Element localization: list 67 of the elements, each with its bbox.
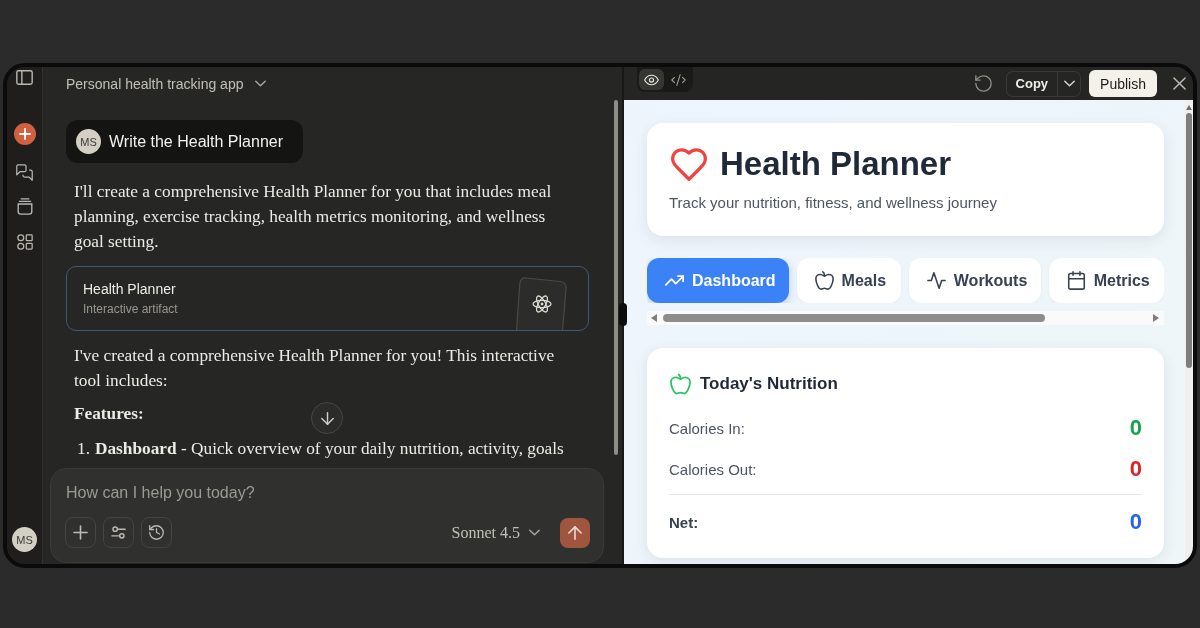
close-icon[interactable] bbox=[1173, 77, 1186, 90]
nutrition-label: Net: bbox=[669, 513, 699, 531]
plus-icon bbox=[73, 525, 88, 540]
user-avatar[interactable]: MS bbox=[12, 527, 37, 552]
list-item-text: Dashboard - Quick overview of your daily nutrition, activity, goals bbox=[94, 438, 564, 460]
apple-icon bbox=[814, 271, 834, 290]
list-number: 1. bbox=[77, 438, 90, 460]
scroll-down-button[interactable] bbox=[311, 402, 343, 434]
pulse-icon bbox=[926, 271, 946, 290]
resize-handle[interactable] bbox=[619, 303, 627, 326]
nutrition-label: Calories In: bbox=[669, 419, 745, 437]
scrollbar-thumb[interactable] bbox=[1186, 113, 1192, 368]
scroll-right-arrow-icon[interactable] bbox=[1153, 314, 1159, 322]
chat-title-button[interactable]: Personal health tracking app bbox=[66, 75, 267, 92]
calorie-value: 0 bbox=[1129, 509, 1142, 535]
arrow-up-icon bbox=[568, 525, 582, 540]
scrollbar-track[interactable] bbox=[647, 311, 1164, 325]
message-input[interactable]: How can I help you today? bbox=[65, 481, 590, 505]
artifact-card[interactable]: Health Planner Interactive artifact bbox=[66, 266, 589, 331]
shapes-icon[interactable] bbox=[16, 234, 33, 250]
refresh-icon[interactable] bbox=[974, 75, 992, 92]
app-subtitle: Track your nutrition, fitness, and wellness journey bbox=[669, 193, 998, 213]
section-heading: Features: bbox=[73, 403, 144, 425]
user-avatar: MS bbox=[76, 129, 101, 154]
nutrition-label: Calories Out: bbox=[669, 460, 757, 478]
publish-button[interactable]: Publish bbox=[1089, 70, 1157, 97]
tab[interactable]: Meals bbox=[796, 258, 901, 303]
stacked-trays-icon[interactable] bbox=[16, 198, 33, 215]
chat-bubbles-icon[interactable] bbox=[16, 164, 33, 181]
clock-icon bbox=[149, 525, 164, 540]
calorie-value: 0 bbox=[1129, 456, 1142, 482]
calorie-value: 0 bbox=[1129, 415, 1142, 441]
heart-icon bbox=[671, 147, 707, 181]
sliders-icon bbox=[111, 525, 126, 540]
chevron-down-icon bbox=[255, 80, 267, 87]
tools-button[interactable] bbox=[103, 517, 134, 548]
artifact-title: Health Planner bbox=[83, 281, 176, 298]
tab[interactable]: Metrics bbox=[1048, 258, 1164, 303]
add-button[interactable] bbox=[65, 517, 96, 548]
assistant-paragraph: I've created a comprehensive Health Planner for you! This interactive tool includes: bbox=[73, 345, 556, 392]
tab[interactable]: Dashboard bbox=[647, 258, 789, 303]
scroll-up-arrow-icon[interactable] bbox=[1186, 105, 1192, 110]
send-button[interactable] bbox=[560, 517, 590, 548]
scrollbar-thumb[interactable] bbox=[614, 100, 618, 455]
view-mode-button[interactable] bbox=[639, 69, 664, 90]
plus-icon[interactable] bbox=[13, 123, 36, 145]
app-title: Health Planner bbox=[720, 144, 952, 184]
model-selector[interactable]: Sonnet 4.5 bbox=[451, 523, 540, 542]
eye-icon bbox=[644, 73, 659, 86]
scrollbar-thumb[interactable] bbox=[663, 314, 1045, 322]
copy-button[interactable]: Copy bbox=[1005, 70, 1058, 97]
calendar-icon bbox=[1066, 271, 1086, 290]
chevron-down-icon bbox=[1063, 80, 1075, 87]
artifact-subtitle: Interactive artifact bbox=[83, 302, 178, 317]
chevron-down-icon bbox=[529, 529, 540, 536]
message-text: Write the Health Planner bbox=[109, 132, 283, 151]
card-title: Today's Nutrition bbox=[700, 374, 838, 394]
tab[interactable]: Workouts bbox=[908, 258, 1041, 303]
atom-icon bbox=[515, 277, 569, 330]
scroll-left-arrow-icon[interactable] bbox=[651, 314, 657, 322]
code-icon bbox=[671, 73, 686, 86]
sidebar-toggle-icon[interactable] bbox=[16, 70, 33, 85]
history-button[interactable] bbox=[141, 517, 172, 548]
arrow-down-icon bbox=[320, 411, 334, 425]
apple-icon bbox=[670, 373, 691, 395]
assistant-paragraph: I'll create a comprehensive Health Planner for you that includes meal planning, exercise tracking, health metrics monitoring, and wellness goal setting. bbox=[73, 181, 553, 253]
copy-options-button[interactable] bbox=[1057, 70, 1082, 97]
